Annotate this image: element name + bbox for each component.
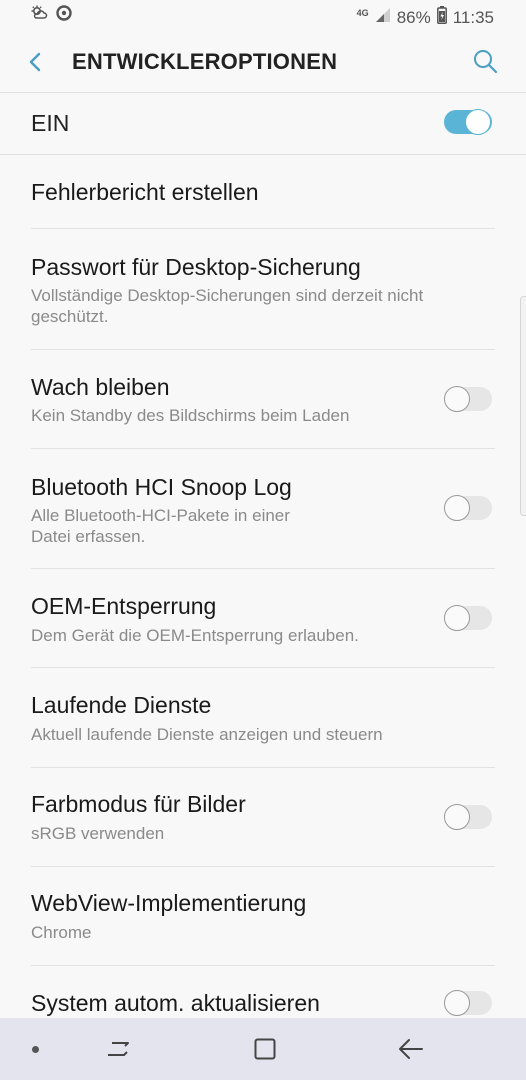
list-item-running-services[interactable]: Laufende Dienste Aktuell laufende Dienst… <box>0 668 526 768</box>
list-item-stay-awake[interactable]: Wach bleiben Kein Standby des Bildschirm… <box>0 350 526 449</box>
item-title: WebView-Implementierung <box>31 890 307 916</box>
home-icon <box>252 1038 278 1066</box>
home-button[interactable] <box>252 1036 278 1062</box>
keyboard-dot-indicator[interactable] <box>32 1046 39 1053</box>
item-title: Bluetooth HCI Snoop Log <box>31 474 292 500</box>
item-subtitle: sRGB verwenden <box>31 824 165 843</box>
item-subtitle: Aktuell laufende Dienste anzeigen und st… <box>31 725 383 744</box>
item-title: Passwort für Desktop-Sicherung <box>31 254 361 280</box>
back-button[interactable] <box>22 48 50 76</box>
recent-apps-button[interactable] <box>104 1036 132 1062</box>
notification-icon <box>56 5 72 26</box>
master-switch-row[interactable]: EIN <box>0 92 526 155</box>
battery-percent: 86% <box>396 7 431 27</box>
toggle-knob <box>465 109 491 135</box>
color-mode-toggle[interactable] <box>444 804 492 830</box>
item-title: Laufende Dienste <box>31 692 212 718</box>
item-title: System autom. aktualisieren <box>31 990 320 1016</box>
status-bar: 4G 86% 11:35 <box>0 0 526 32</box>
auto-update-toggle[interactable] <box>444 990 492 1016</box>
master-toggle[interactable] <box>444 109 492 135</box>
clock: 11:35 <box>452 7 494 27</box>
list-item-bug-report[interactable]: Fehlerbericht erstellen <box>0 155 526 229</box>
list-item-auto-system-update[interactable]: System autom. aktualisieren <box>0 966 526 1018</box>
item-subtitle: Kein Standby des Bildschirms beim Laden <box>31 406 350 425</box>
list-item-oem-unlock[interactable]: OEM-Entsperrung Dem Gerät die OEM-Entspe… <box>0 569 526 668</box>
item-subtitle: Dem Gerät die OEM-Entsperrung erlauben. <box>31 626 359 645</box>
back-nav-button[interactable] <box>396 1036 426 1062</box>
stay-awake-toggle[interactable] <box>444 386 492 412</box>
recent-apps-icon <box>104 1042 132 1066</box>
item-title: OEM-Entsperrung <box>31 593 217 619</box>
item-subtitle: Chrome <box>31 923 92 942</box>
master-switch-label: EIN <box>31 110 70 136</box>
network-type: 4G <box>356 7 369 18</box>
battery-icon <box>436 6 447 29</box>
nav-back-icon <box>396 1039 426 1066</box>
item-subtitle: Alle Bluetooth-HCI-Pakete in einer Datei… <box>31 506 290 546</box>
toggle-knob <box>444 605 470 631</box>
toggle-knob <box>444 386 470 412</box>
signal-icon <box>375 7 391 28</box>
page-title: ENTWICKLEROPTIONEN <box>72 49 338 74</box>
item-title: Fehlerbericht erstellen <box>31 179 259 205</box>
search-icon <box>470 50 500 80</box>
scroll-indicator[interactable] <box>520 296 526 516</box>
item-title: Wach bleiben <box>31 374 170 400</box>
weather-icon <box>30 5 48 26</box>
bluetooth-hci-toggle[interactable] <box>444 495 492 521</box>
toggle-knob <box>444 804 470 830</box>
toggle-knob <box>444 990 470 1016</box>
navigation-bar <box>0 1018 526 1080</box>
back-arrow-icon <box>22 52 50 80</box>
search-button[interactable] <box>470 46 500 76</box>
list-item-bluetooth-hci-log[interactable]: Bluetooth HCI Snoop Log Alle Bluetooth-H… <box>0 449 526 569</box>
toggle-knob <box>444 495 470 521</box>
list-item-color-mode[interactable]: Farbmodus für Bilder sRGB verwenden <box>0 768 526 867</box>
app-header: ENTWICKLEROPTIONEN <box>0 32 526 93</box>
item-title: Farbmodus für Bilder <box>31 791 246 817</box>
oem-unlock-toggle[interactable] <box>444 605 492 631</box>
list-item-desktop-backup-password[interactable]: Passwort für Desktop-Sicherung Vollständ… <box>0 229 526 350</box>
list-item-webview[interactable]: WebView-Implementierung Chrome <box>0 867 526 966</box>
item-subtitle: Vollständige Desktop-Sicherungen sind de… <box>31 286 424 326</box>
